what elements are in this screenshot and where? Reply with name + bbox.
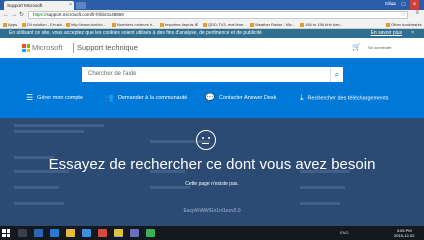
download-icon: ⤓ bbox=[300, 93, 304, 102]
folder-icon bbox=[300, 22, 304, 27]
url-path: /fr-fr/kb/3148869 bbox=[90, 12, 124, 17]
bookmark-item[interactable]: 156 to 158 kHz ban... bbox=[300, 22, 343, 27]
app-icon[interactable] bbox=[146, 229, 155, 237]
learn-more-link[interactable]: En savoir plus bbox=[371, 29, 402, 38]
bookmark-item[interactable]: Weather Radar - Mic... bbox=[250, 22, 295, 27]
bookmark-item[interactable]: Dll solution - Errusb... bbox=[22, 22, 65, 27]
chrome-icon[interactable] bbox=[114, 229, 123, 237]
bookmarks-bar: Apps Dll solution - Errusb... http://www… bbox=[0, 20, 424, 29]
quick-link-answer-desk[interactable]: 💬 Contacter Answer Desk bbox=[205, 93, 276, 102]
close-window-icon[interactable]: × bbox=[410, 0, 419, 10]
windows-start-icon[interactable] bbox=[2, 229, 10, 237]
file-explorer-icon[interactable] bbox=[66, 229, 75, 237]
error-title: Essayez de rechercher ce dont vous avez … bbox=[48, 156, 376, 173]
quick-link-downloads[interactable]: ⤓ Rechercher des téléchargements bbox=[300, 93, 389, 103]
browser-toolbar: ← → ↻ https://support.microsoft.com/fr-f… bbox=[0, 10, 424, 20]
hero-banner: Chercher de l'aide ⌕ ☰ Gérer mon compte 👥… bbox=[0, 58, 424, 118]
cart-icon[interactable]: 🛒 bbox=[352, 43, 361, 51]
clock-date: 2015-12-02 bbox=[394, 233, 415, 238]
folder-icon bbox=[22, 22, 26, 27]
header-divider bbox=[73, 43, 74, 53]
folder-icon bbox=[250, 22, 254, 27]
other-bookmarks[interactable]: Other bookmarks bbox=[386, 22, 422, 27]
url-scheme: https:// bbox=[33, 12, 47, 17]
windows-taskbar: ENG 3:55 PM 2015-12-02 bbox=[0, 226, 424, 240]
error-code: EacpWiAWlGo1ni1ezv0.0 bbox=[183, 208, 241, 214]
url-host: support.microsoft.com bbox=[46, 12, 91, 17]
edge-icon[interactable] bbox=[50, 229, 59, 237]
ghost-text-line bbox=[300, 202, 340, 205]
chrome-menu-icon[interactable]: ≡ bbox=[415, 10, 419, 16]
bookmark-item[interactable]: Numbers moteurs h... bbox=[112, 22, 155, 27]
microsoft-logo-icon[interactable] bbox=[22, 44, 30, 52]
system-tray-language[interactable]: ENG bbox=[340, 230, 349, 235]
reload-icon[interactable]: ↻ bbox=[19, 11, 24, 19]
store-icon[interactable] bbox=[82, 229, 91, 237]
folder-icon bbox=[203, 22, 207, 27]
quick-link-community[interactable]: 👥 Demander à la communauté bbox=[104, 93, 187, 102]
help-search-input[interactable]: Chercher de l'aide bbox=[82, 67, 340, 82]
ghost-text-line bbox=[14, 202, 64, 205]
list-icon: ☰ bbox=[26, 93, 34, 102]
search-taskbar-icon[interactable] bbox=[18, 229, 27, 237]
bookmark-item[interactable]: QDD-TV3, real time... bbox=[203, 22, 246, 27]
address-bar[interactable]: https://support.microsoft.com/fr-fr/kb/3… bbox=[28, 11, 408, 19]
cookie-banner: En utilisant ce site, vous acceptez que … bbox=[0, 29, 424, 38]
cookie-close-icon[interactable]: × bbox=[411, 29, 414, 38]
bookmark-item[interactable]: Importes depuis IE bbox=[160, 22, 198, 27]
maximize-icon[interactable]: □ bbox=[399, 0, 408, 10]
forward-icon[interactable]: → bbox=[11, 11, 17, 19]
tab-title: Support Microsoft bbox=[7, 3, 43, 8]
brand-name[interactable]: Microsoft bbox=[32, 43, 62, 52]
bookmark-star-icon[interactable]: ☆ bbox=[401, 11, 406, 18]
new-tab-button[interactable] bbox=[76, 2, 86, 9]
quick-link-manage-account[interactable]: ☰ Gérer mon compte bbox=[26, 93, 83, 102]
error-subtitle: Cette page n'existe pas. bbox=[185, 181, 239, 187]
folder-icon bbox=[160, 22, 164, 27]
cookie-text: En utilisant ce site, vous acceptez que … bbox=[9, 30, 262, 36]
chat-icon: 💬 bbox=[205, 93, 215, 102]
ghost-text-line bbox=[14, 124, 104, 127]
task-view-icon[interactable] bbox=[34, 229, 43, 237]
search-icon[interactable]: ⌕ bbox=[330, 67, 343, 82]
site-header: Microsoft Support technique 🛒 Se connect… bbox=[0, 38, 424, 58]
bookmark-item[interactable]: Apps bbox=[3, 22, 17, 27]
signin-link[interactable]: Se connecter bbox=[368, 45, 392, 50]
app-icon[interactable] bbox=[98, 229, 107, 237]
community-icon: 👥 bbox=[104, 93, 114, 102]
ghost-text-line bbox=[14, 130, 84, 133]
app-icon[interactable] bbox=[130, 229, 139, 237]
taskbar-clock[interactable]: 3:55 PM 2015-12-02 bbox=[394, 228, 414, 238]
folder-icon bbox=[386, 22, 390, 27]
minimize-icon[interactable]: – bbox=[388, 0, 397, 10]
sad-face-icon bbox=[196, 130, 216, 150]
tab-close-icon[interactable]: × bbox=[69, 2, 72, 8]
browser-tab-strip: Support Microsoft × Gilles – □ × bbox=[0, 0, 424, 10]
folder-icon bbox=[66, 22, 70, 27]
bookmark-item[interactable]: http://www.bonbio... bbox=[66, 22, 106, 27]
support-section-title[interactable]: Support technique bbox=[77, 43, 138, 52]
back-icon[interactable]: ← bbox=[3, 11, 9, 19]
tab-support-microsoft[interactable]: Support Microsoft × bbox=[4, 1, 74, 10]
apps-icon bbox=[3, 22, 7, 27]
folder-icon bbox=[112, 22, 116, 27]
